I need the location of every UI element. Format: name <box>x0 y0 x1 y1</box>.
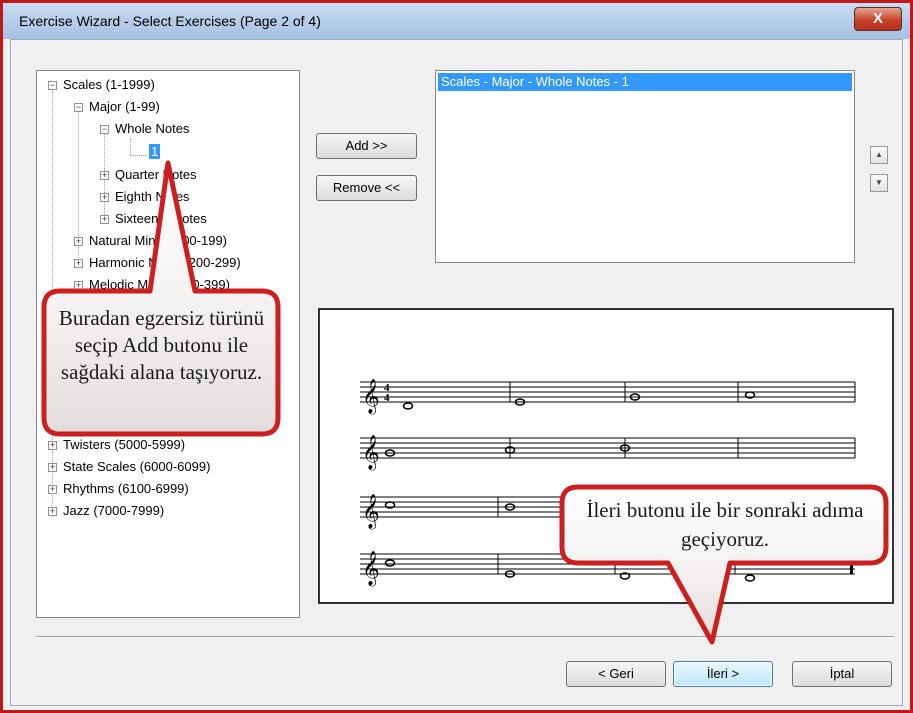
move-up-button[interactable]: ▲ <box>870 146 888 164</box>
tree-item-rhythms[interactable]: + Rhythms (6100-6999) <box>47 480 189 498</box>
svg-text:𝄞: 𝄞 <box>362 379 380 415</box>
tree-item-label: Major (1-99) <box>89 99 160 114</box>
tree-item-natural-minor[interactable]: + Natural Minor (100-199) <box>73 232 227 250</box>
tree-item-label: Whole Notes <box>115 121 190 136</box>
tree-item-twisters[interactable]: + Twisters (5000-5999) <box>47 436 185 454</box>
expand-icon[interactable]: + <box>48 507 57 516</box>
tree-line <box>130 139 131 155</box>
tree-item-quarter-notes[interactable]: + Quarter Notes <box>99 166 197 184</box>
tree-item-sixteenth-notes[interactable]: + Sixteenth Notes <box>99 210 207 228</box>
svg-text:𝄞: 𝄞 <box>362 494 380 530</box>
expand-icon[interactable]: + <box>100 171 109 180</box>
tree-item-harmonic-minor[interactable]: + Harmonic Minor (200-299) <box>73 254 241 272</box>
tree-item-label: Rhythms (6100-6999) <box>63 481 189 496</box>
tree-item-label: 1 <box>149 144 161 159</box>
tree-line <box>130 155 146 156</box>
svg-text:4: 4 <box>384 392 390 404</box>
tree-item-jazz[interactable]: + Jazz (7000-7999) <box>47 502 164 520</box>
expand-icon[interactable]: + <box>48 463 57 472</box>
svg-text:𝄞: 𝄞 <box>362 551 380 587</box>
tree-item-exercise-1[interactable]: 1 <box>149 143 161 161</box>
window-title: Exercise Wizard - Select Exercises (Page… <box>19 13 321 29</box>
move-down-button[interactable]: ▼ <box>870 174 888 192</box>
tree-item-label: Harmonic Minor (200-299) <box>89 255 241 270</box>
title-bar[interactable]: Exercise Wizard - Select Exercises (Page… <box>3 3 910 39</box>
close-button[interactable]: X <box>854 7 902 31</box>
tree-item-label: Jazz (7000-7999) <box>63 503 165 518</box>
tree-item-label: Melodic Minor (300-399) <box>89 277 230 292</box>
expand-icon[interactable]: + <box>100 215 109 224</box>
expand-icon[interactable]: + <box>100 193 109 202</box>
remove-button[interactable]: Remove << <box>316 175 417 201</box>
tree-item-label: Natural Minor (100-199) <box>89 233 228 248</box>
collapse-icon[interactable]: − <box>74 103 83 112</box>
cancel-button[interactable]: İptal <box>792 661 892 687</box>
expand-icon[interactable]: + <box>48 485 57 494</box>
callout-right-text: İleri butonu ile bir sonraki adıma geçiy… <box>586 498 864 551</box>
notation-preview: 𝄞 𝄞 𝄞 𝄞 44 <box>318 308 894 604</box>
tree-item-eighth-notes[interactable]: + Eighth Notes <box>99 188 189 206</box>
collapse-icon[interactable]: − <box>100 125 109 134</box>
tree-item-label: Twisters (5000-5999) <box>63 437 186 452</box>
expand-icon[interactable]: + <box>74 237 83 246</box>
tree-item-scales[interactable]: − Scales (1-1999) <box>47 76 155 94</box>
tree-item-whole-notes[interactable]: − Whole Notes <box>99 120 189 138</box>
expand-icon[interactable]: + <box>48 441 57 450</box>
expand-icon[interactable]: + <box>74 259 83 268</box>
tree-item-melodic-minor[interactable]: + Melodic Minor (300-399) <box>73 276 230 294</box>
footer-separator <box>36 636 894 638</box>
tree-item-major[interactable]: − Major (1-99) <box>73 98 160 116</box>
collapse-icon[interactable]: − <box>48 81 57 90</box>
staff <box>360 381 856 403</box>
tree-item-label: Sixteenth Notes <box>115 211 207 226</box>
svg-text:𝄞: 𝄞 <box>362 435 380 471</box>
callout-left-text: Buradan egzersiz türünü seçip Add butonu… <box>58 306 265 384</box>
staff <box>360 437 856 459</box>
arrow-down-icon: ▼ <box>875 178 883 187</box>
sheet-music-image: 𝄞𝄞𝄞𝄞 44 <box>360 379 856 587</box>
tree-item-state-scales[interactable]: + State Scales (6000-6099) <box>47 458 210 476</box>
staff <box>360 553 855 575</box>
next-button[interactable]: İleri > <box>673 661 773 687</box>
tree-item-label: Quarter Notes <box>115 167 197 182</box>
arrow-up-icon: ▲ <box>875 150 883 159</box>
back-button[interactable]: < Geri <box>566 661 666 687</box>
list-item[interactable]: Scales - Major - Whole Notes - 1 <box>438 73 852 91</box>
tree-item-label: State Scales (6000-6099) <box>63 459 211 474</box>
selected-exercises-list[interactable]: Scales - Major - Whole Notes - 1 <box>435 70 855 263</box>
expand-icon[interactable]: + <box>74 281 83 290</box>
tree-item-label: Scales (1-1999) <box>63 77 155 92</box>
add-button[interactable]: Add >> <box>316 133 417 159</box>
tree-item-label: Eighth Notes <box>115 189 190 204</box>
